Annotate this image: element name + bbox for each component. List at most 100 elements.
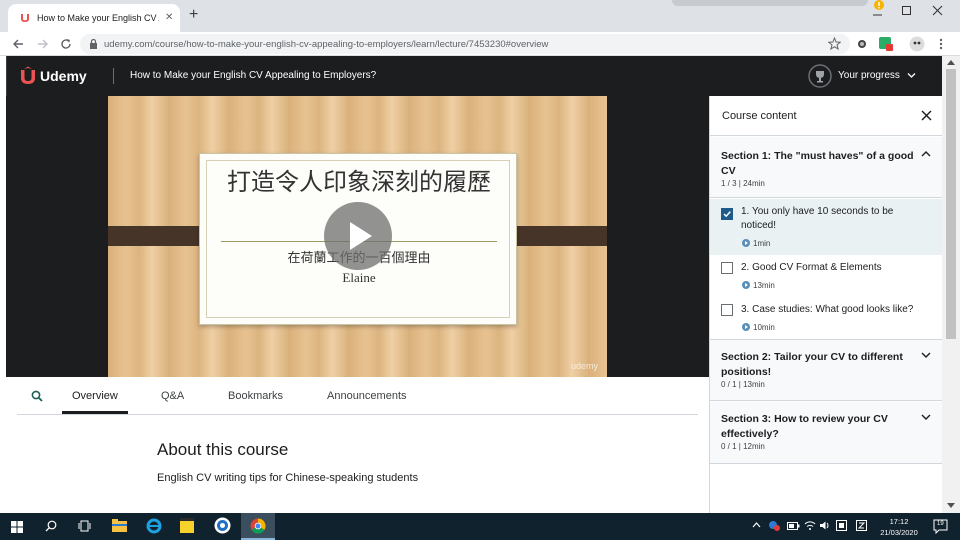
- section-2-header[interactable]: Section 2: Tailor your CV to different p…: [710, 339, 943, 401]
- reload-icon[interactable]: [60, 38, 72, 50]
- windows-start-icon[interactable]: [11, 521, 23, 533]
- volume-icon[interactable]: [819, 520, 831, 531]
- your-progress-button[interactable]: Your progress: [838, 70, 900, 81]
- wechat-extension-icon[interactable]: [879, 37, 893, 51]
- video-watermark: udemy: [571, 361, 599, 371]
- scroll-thumb[interactable]: [946, 69, 956, 339]
- chevron-down-icon[interactable]: [921, 414, 931, 421]
- battery-icon[interactable]: [787, 521, 800, 531]
- chevron-down-icon[interactable]: [907, 72, 916, 79]
- tab-bookmarks[interactable]: Bookmarks: [228, 390, 283, 402]
- taskbar-time[interactable]: 17:12: [874, 517, 924, 526]
- udemy-header: Udemy How to Make your English CV Appeal…: [6, 56, 942, 96]
- tray-chevron-up-icon[interactable]: [752, 522, 761, 528]
- chevron-up-icon[interactable]: [921, 150, 931, 157]
- lecture-item[interactable]: 2. Good CV Format & Elements 13min: [710, 255, 943, 296]
- language-icon[interactable]: [856, 520, 867, 531]
- video-frame[interactable]: 打造令人印象深刻的履歷 在荷蘭工作的一百個理由 Elaine udemy: [108, 96, 607, 377]
- section-title: Section 2: Tailor your CV to different p…: [721, 351, 903, 378]
- profile-avatar[interactable]: [909, 36, 925, 52]
- trophy-progress-icon[interactable]: [808, 64, 832, 88]
- taskbar-date[interactable]: 21/03/2020: [874, 528, 924, 537]
- lecture-checkbox[interactable]: [721, 304, 733, 316]
- chevron-down-icon[interactable]: [921, 352, 931, 359]
- tab-announcements[interactable]: Announcements: [327, 390, 407, 402]
- section-1-header[interactable]: Section 1: The "must haves" of a good CV…: [710, 137, 943, 198]
- header-divider: [113, 68, 114, 84]
- slide-decor-bar-right: [508, 226, 607, 246]
- close-sidebar-icon[interactable]: [921, 110, 932, 121]
- slide-title: 打造令人印象深刻的履歷: [227, 168, 491, 196]
- udemy-favicon-icon: [20, 12, 31, 23]
- section-title: Section 3: How to review your CV effecti…: [721, 413, 888, 440]
- lecture-checkbox[interactable]: [721, 262, 733, 274]
- new-tab-button[interactable]: +: [189, 6, 198, 24]
- scroll-up-icon[interactable]: [947, 60, 955, 65]
- bookmark-star-icon[interactable]: [828, 37, 841, 50]
- page-scrollbar[interactable]: [942, 56, 960, 513]
- search-icon[interactable]: [31, 390, 43, 402]
- browser-tab-bar: How to Make your English CV Appealing to…: [0, 0, 960, 32]
- lock-icon[interactable]: [89, 39, 98, 49]
- maximize-icon[interactable]: [901, 5, 912, 16]
- lecture-duration-text: 1min: [753, 239, 771, 248]
- forward-icon[interactable]: [37, 38, 49, 50]
- lecture-item[interactable]: 1. You only have 10 seconds to be notice…: [710, 199, 943, 255]
- menu-dots-icon[interactable]: [939, 37, 943, 51]
- close-window-icon[interactable]: [932, 5, 943, 16]
- lecture-checkbox[interactable]: [721, 208, 733, 220]
- window-drag-notch: [672, 0, 868, 6]
- url-field[interactable]: udemy.com/course/how-to-make-your-englis…: [80, 34, 850, 54]
- lecture-item[interactable]: 3. Case studies: What good looks like? 1…: [710, 296, 943, 337]
- tab-overview[interactable]: Overview: [72, 390, 118, 402]
- network-people-icon[interactable]: [768, 520, 781, 532]
- search-taskbar-icon[interactable]: [45, 520, 57, 532]
- slide-decor-bar-left: [108, 226, 208, 246]
- udemy-logo-text[interactable]: Udemy: [40, 68, 87, 84]
- chat-app-icon[interactable]: [214, 517, 231, 534]
- lecture-duration: 1min: [742, 239, 770, 248]
- lecture-title: 1. You only have 10 seconds to be notice…: [741, 206, 894, 231]
- active-tab-indicator: [62, 411, 128, 414]
- browser-tab-title: How to Make your English CV Appealing to…: [37, 13, 159, 23]
- url-text: udemy.com/course/how-to-make-your-englis…: [104, 39, 549, 50]
- ime-icon[interactable]: [836, 520, 847, 531]
- video-icon: [742, 239, 750, 247]
- section-meta: 0 / 1 | 12min: [721, 442, 765, 451]
- lecture-duration: 10min: [742, 323, 775, 332]
- task-view-icon[interactable]: [78, 520, 91, 532]
- chrome-icon: [250, 518, 266, 534]
- lecture-duration-text: 10min: [753, 323, 775, 332]
- lecture-title: 2. Good CV Format & Elements: [741, 262, 882, 273]
- course-title[interactable]: How to Make your English CV Appealing to…: [130, 70, 376, 81]
- windows-taskbar: 17:12 21/03/2020 19: [0, 513, 960, 540]
- section-3-header[interactable]: Section 3: How to review your CV effecti…: [710, 402, 943, 464]
- internet-explorer-icon[interactable]: [146, 518, 162, 534]
- browser-tab[interactable]: How to Make your English CV Appealing to…: [8, 4, 180, 32]
- minimize-icon[interactable]: [872, 10, 884, 20]
- video-icon: [742, 281, 750, 289]
- close-tab-icon[interactable]: ✕: [165, 12, 173, 23]
- section-meta: 1 / 3 | 24min: [721, 179, 765, 188]
- address-bar-row: udemy.com/course/how-to-make-your-englis…: [0, 32, 960, 56]
- file-explorer-icon[interactable]: [112, 519, 127, 532]
- sidebar-header: Course content: [710, 96, 943, 136]
- course-tabs: Overview Q&A Bookmarks Announcements: [17, 382, 698, 415]
- lecture-duration-text: 13min: [753, 281, 775, 290]
- extension-icon[interactable]: [857, 39, 867, 49]
- about-title: About this course: [157, 440, 289, 459]
- chrome-taskbar-button[interactable]: [241, 513, 275, 540]
- video-icon: [742, 323, 750, 331]
- scroll-down-icon[interactable]: [947, 503, 955, 508]
- back-icon[interactable]: [12, 38, 24, 50]
- tab-qa[interactable]: Q&A: [161, 390, 184, 402]
- section-title: Section 1: The "must haves" of a good CV: [721, 150, 914, 177]
- sticky-notes-icon[interactable]: [180, 518, 194, 533]
- notification-count: 19: [937, 521, 944, 527]
- udemy-logo-icon[interactable]: [18, 66, 38, 86]
- play-button-icon[interactable]: [324, 202, 392, 270]
- sidebar-title: Course content: [722, 110, 797, 122]
- video-player[interactable]: 打造令人印象深刻的履歷 在荷蘭工作的一百個理由 Elaine udemy: [6, 96, 709, 377]
- section-meta: 0 / 1 | 13min: [721, 380, 765, 389]
- wifi-icon[interactable]: [804, 520, 816, 531]
